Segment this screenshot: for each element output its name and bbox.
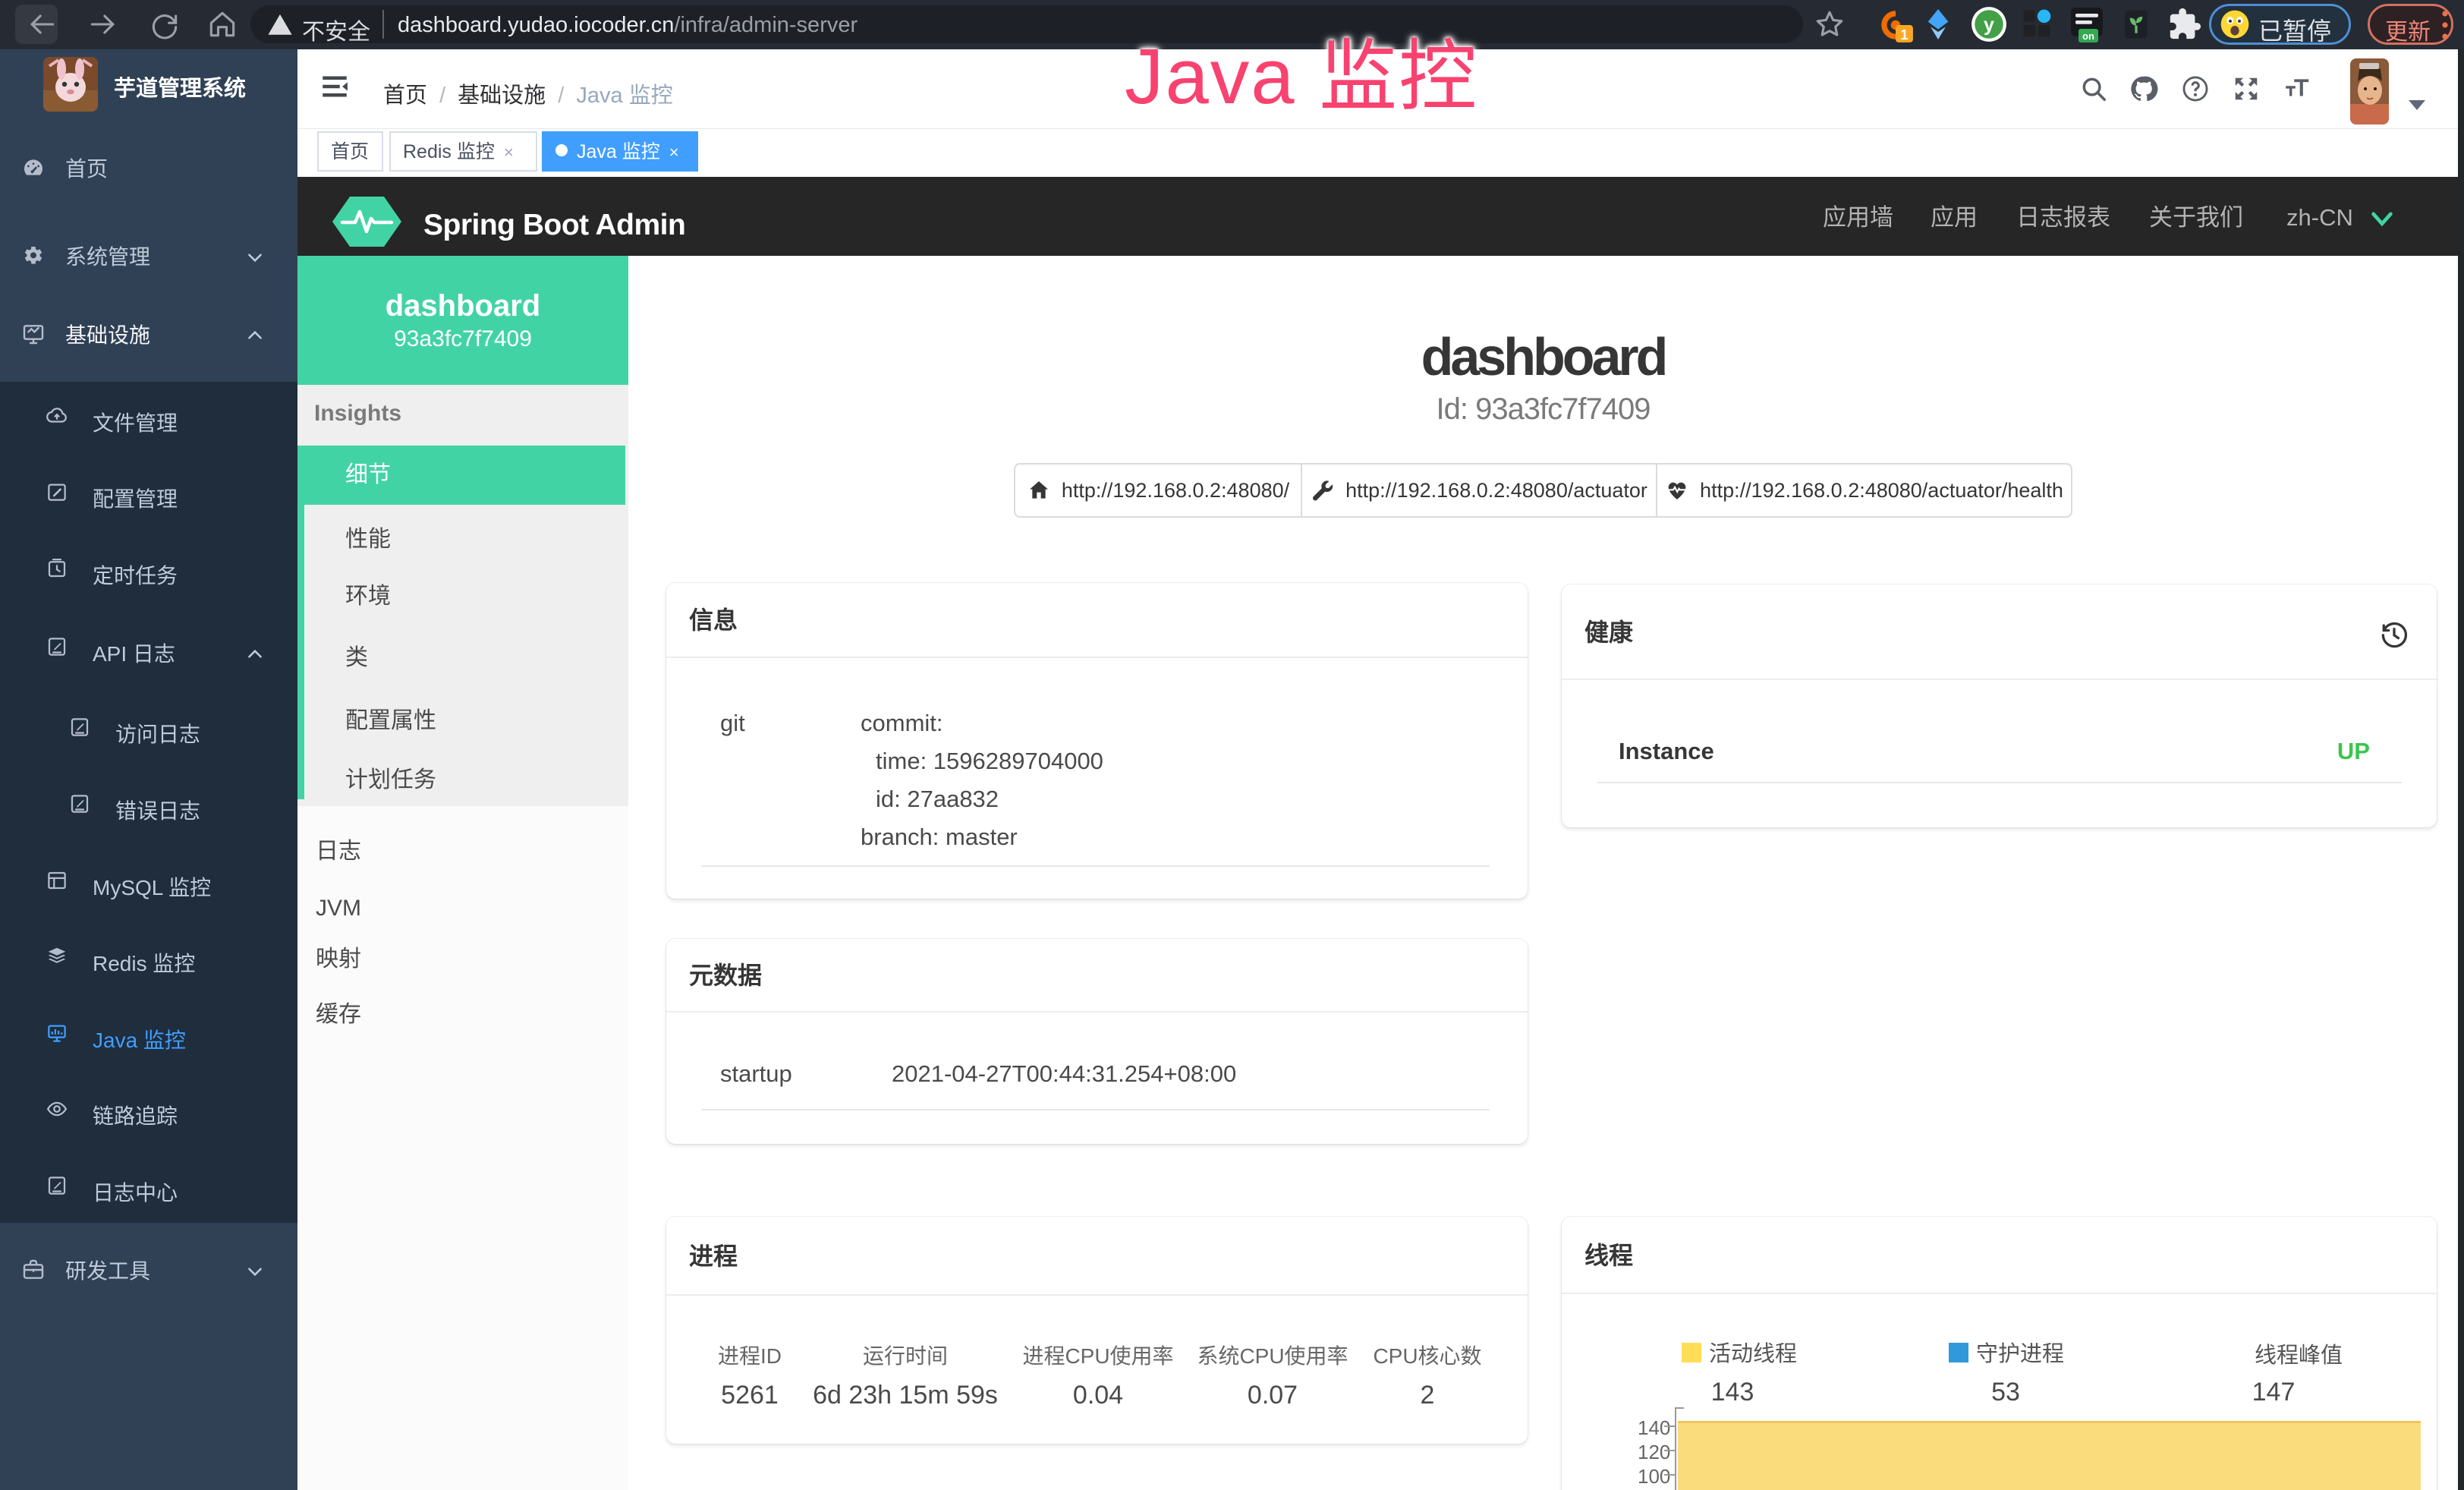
svg-text:1: 1 — [1900, 27, 1908, 43]
svg-text:y: y — [1984, 14, 1994, 36]
svg-text:on: on — [2082, 30, 2094, 42]
